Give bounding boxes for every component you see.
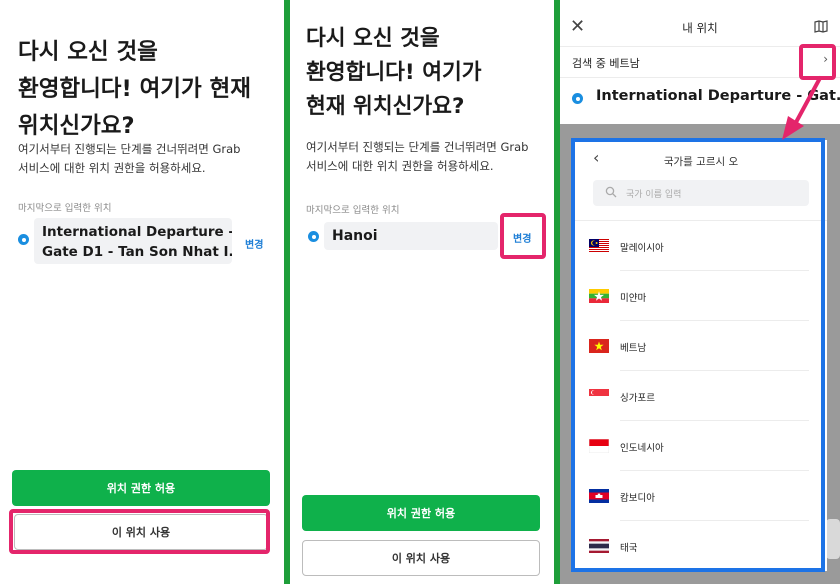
country-item-indonesia[interactable]: 인도네시아 — [575, 421, 827, 471]
country-item-myanmar[interactable]: 미얀마 — [575, 271, 827, 321]
malaysia-flag-icon — [589, 239, 609, 253]
page-title: 내 위치 — [682, 21, 718, 35]
country-item-vietnam[interactable]: 베트남 — [575, 321, 827, 371]
last-location-value[interactable]: International Departure - Gate D1 - Tan … — [34, 218, 232, 264]
country-name: 미얀마 — [620, 293, 647, 304]
indonesia-flag-icon — [589, 439, 609, 453]
change-location-button[interactable]: 변경 — [245, 236, 263, 251]
myanmar-flag-icon — [589, 289, 609, 303]
last-location-label: 마지막으로 입력한 위치 — [306, 205, 400, 216]
description-line: 여기서부터 진행되는 단계를 건너뛰려면 Grab — [18, 142, 241, 156]
country-search-input[interactable]: 국가 이름 입력 — [593, 180, 809, 206]
description-line: 서비스에 대한 위치 권한을 허용하세요. — [306, 159, 494, 173]
welcome-line: 다시 오신 것을 — [306, 26, 440, 51]
description-line: 여기서부터 진행되는 단계를 건너뛰려면 Grab — [306, 140, 529, 154]
description-line: 서비스에 대한 위치 권한을 허용하세요. — [18, 161, 206, 175]
last-location-label: 마지막으로 입력한 위치 — [18, 203, 112, 214]
country-item-thailand[interactable]: 태국 — [575, 521, 827, 571]
permission-description: 여기서부터 진행되는 단계를 건너뛰려면 Grab 서비스에 대한 위치 권한을… — [306, 138, 546, 176]
location-dot-icon — [308, 231, 319, 242]
country-item-singapore[interactable]: 싱가포르 — [575, 371, 827, 421]
thailand-flag-icon — [589, 539, 609, 553]
country-name: 인도네시아 — [620, 443, 664, 454]
permission-description: 여기서부터 진행되는 단계를 건너뛰려면 Grab 서비스에 대한 위치 권한을… — [18, 140, 280, 178]
welcome-heading: 다시 오신 것을 환영합니다! 여기가 현재 위치신가요? — [18, 34, 280, 145]
annotation-arrow-icon — [782, 76, 822, 140]
screen-middle: 다시 오신 것을 환영합니다! 여기가 현재 위치신가요? 여기서부터 진행되는… — [290, 0, 554, 584]
location-line: Gate D1 - Tan Son Nhat I... — [42, 244, 232, 260]
welcome-heading: 다시 오신 것을 환영합니다! 여기가 현재 위치신가요? — [306, 22, 546, 124]
country-name: 캄보디아 — [620, 493, 655, 504]
last-location-value[interactable]: Hanoi — [324, 222, 498, 250]
use-this-location-button[interactable]: 이 위치 사용 — [302, 540, 540, 576]
chevron-right-icon[interactable]: › — [823, 52, 828, 66]
change-location-button[interactable]: 변경 — [513, 230, 531, 245]
background-button — [826, 519, 840, 559]
modal-title: 국가를 고르시 오 — [663, 156, 739, 168]
country-picker-modal: ‹ 국가를 고르시 오 국가 이름 입력 말레이시아 미얀마 베트남 싱가포르 … — [575, 140, 827, 571]
allow-location-button[interactable]: 위치 권한 허용 — [302, 495, 540, 531]
allow-location-button[interactable]: 위치 권한 허용 — [12, 470, 270, 506]
welcome-line: 환영합니다! 여기가 — [306, 60, 482, 85]
searching-country-label: 검색 중 베트남 — [572, 57, 640, 70]
cambodia-flag-icon — [589, 489, 609, 503]
location-dot-icon — [18, 234, 29, 245]
search-icon — [605, 186, 617, 198]
use-this-location-button[interactable]: 이 위치 사용 — [14, 514, 268, 550]
country-name: 베트남 — [620, 343, 647, 354]
search-placeholder: 국가 이름 입력 — [626, 190, 682, 200]
location-line: International Departure - — [42, 224, 232, 240]
singapore-flag-icon — [589, 389, 609, 403]
country-item-malaysia[interactable]: 말레이시아 — [575, 221, 827, 271]
country-name: 싱가포르 — [620, 393, 655, 404]
country-item-cambodia[interactable]: 캄보디아 — [575, 471, 827, 521]
map-icon[interactable] — [814, 20, 828, 33]
welcome-line: 환영합니다! 여기가 현재 — [18, 76, 251, 102]
vietnam-flag-icon — [589, 339, 609, 353]
welcome-line: 현재 위치신가요? — [306, 94, 465, 119]
welcome-line: 다시 오신 것을 — [18, 39, 158, 65]
country-name: 태국 — [620, 543, 638, 554]
country-name: 말레이시아 — [620, 243, 664, 254]
screen-left: 다시 오신 것을 환영합니다! 여기가 현재 위치신가요? 여기서부터 진행되는… — [0, 0, 284, 584]
location-dot-icon — [572, 93, 583, 104]
